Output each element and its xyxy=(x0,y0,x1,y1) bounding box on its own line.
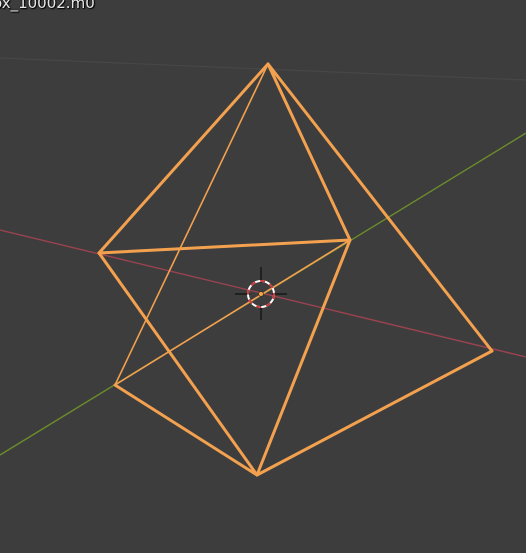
viewport-canvas[interactable] xyxy=(0,0,526,553)
3d-viewport[interactable]: ox_10002.m0 xyxy=(0,0,526,553)
object-name-label: ox_10002.m0 xyxy=(0,0,95,12)
selected-mesh-wireframe[interactable] xyxy=(97,62,494,477)
object-origin-dot xyxy=(258,291,264,297)
